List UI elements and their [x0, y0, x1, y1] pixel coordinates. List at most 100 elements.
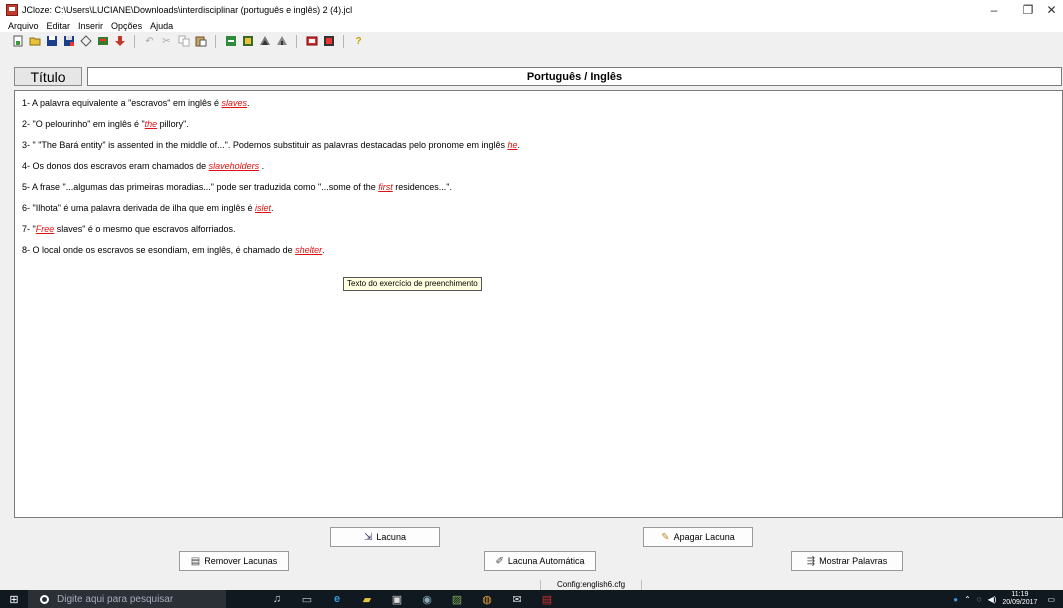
- file-explorer-icon[interactable]: ▰: [356, 590, 378, 608]
- exercise-text: pillory".: [157, 119, 189, 129]
- clock[interactable]: 11:19 20/09/2017: [1002, 591, 1037, 607]
- gap-word[interactable]: islet: [255, 203, 271, 213]
- remover-lacunas-button[interactable]: ▤ Remover Lacunas: [179, 551, 289, 571]
- undo-icon[interactable]: ↶: [142, 35, 157, 48]
- exercise-text: .: [322, 245, 325, 255]
- diamond-icon[interactable]: [78, 35, 93, 48]
- apagar-lacuna-button[interactable]: ✎ Apagar Lacuna: [643, 527, 753, 547]
- save-as-icon[interactable]: [61, 35, 76, 48]
- gap-word[interactable]: slaves: [222, 98, 248, 108]
- minimize-button[interactable]: –: [979, 0, 1009, 20]
- new-file-icon[interactable]: [10, 35, 25, 48]
- exercise-line-4: 4- Os donos dos escravos eram chamados d…: [22, 161, 264, 171]
- jcloze-taskbar-icon[interactable]: ▤: [536, 590, 558, 608]
- notifications-icon[interactable]: ▭: [1047, 595, 1055, 604]
- remove-gaps-icon: ▤: [190, 555, 201, 567]
- app-icon-b[interactable]: ▨: [446, 590, 468, 608]
- gap-word[interactable]: shelter: [295, 245, 322, 255]
- taskbar-search[interactable]: Digite aqui para pesquisar: [28, 590, 226, 608]
- clear-gap-icon[interactable]: [240, 35, 255, 48]
- apagar-lacuna-label: Apagar Lacuna: [673, 532, 735, 542]
- list-icon: ⇶: [806, 555, 816, 567]
- paste-icon[interactable]: [193, 35, 208, 48]
- toolbar: ↶ ✂ ?: [0, 33, 1063, 49]
- exercise-text: .: [259, 161, 265, 171]
- exercise-line-3: 3- " "The Bará entity" is assented in th…: [22, 140, 520, 150]
- exercise-text: 4- Os donos dos escravos eram chamados d…: [22, 161, 209, 171]
- clock-time: 11:19: [1011, 591, 1029, 598]
- maximize-button[interactable]: ❐: [1013, 0, 1043, 20]
- copy-icon[interactable]: [176, 35, 191, 48]
- help-tray-icon[interactable]: ●: [953, 595, 958, 604]
- menu-ajuda[interactable]: Ajuda: [147, 21, 173, 31]
- down-arrow-icon[interactable]: [112, 35, 127, 48]
- exercise-text: 2- "O pelourinho" em inglês é ": [22, 119, 145, 129]
- exercise-text: 8- O local onde os escravos se esondiam,…: [22, 245, 296, 255]
- windows-taskbar: ⊞ Digite aqui para pesquisar ♫ ▭ e ▰ ▣ ◉…: [0, 590, 1063, 608]
- config-icon[interactable]: [321, 35, 336, 48]
- gap-word[interactable]: the: [145, 119, 158, 129]
- lacuna-automatica-label: Lacuna Automática: [507, 556, 585, 566]
- lacuna-button[interactable]: ⇲ Lacuna: [330, 527, 440, 547]
- toolbar-separator: [296, 34, 297, 48]
- exercise-text: residences...".: [392, 182, 452, 192]
- words-icon[interactable]: [304, 35, 319, 48]
- store-icon[interactable]: ▣: [386, 590, 408, 608]
- toolbar-separator: [215, 34, 216, 48]
- menu-inserir[interactable]: Inserir: [75, 21, 103, 31]
- auto-gap-icon[interactable]: [257, 35, 272, 48]
- volume-icon[interactable]: ◀): [988, 595, 997, 604]
- task-view-icon[interactable]: ▭: [296, 590, 318, 608]
- gap-arrow-icon: ⇲: [364, 531, 373, 543]
- search-placeholder: Digite aqui para pesquisar: [57, 593, 174, 605]
- web-icon[interactable]: [95, 35, 110, 48]
- help-icon[interactable]: ?: [351, 35, 366, 48]
- edge-icon[interactable]: e: [326, 590, 348, 608]
- microphone-icon[interactable]: ♫: [266, 590, 288, 608]
- gap-word[interactable]: he: [508, 140, 518, 150]
- exercise-line-1: 1- A palavra equivalente a "escravos" em…: [22, 98, 250, 108]
- title-field[interactable]: Português / Inglês: [87, 67, 1062, 86]
- gap-icon[interactable]: [223, 35, 238, 48]
- close-button[interactable]: ✕: [1040, 0, 1063, 20]
- status-bar: Config:english6.cfg: [540, 580, 642, 590]
- system-tray: ● ⌃ ◌ ◀) 11:19 20/09/2017 ▭: [947, 590, 1055, 608]
- exercise-text-area[interactable]: 1- A palavra equivalente a "escravos" em…: [14, 90, 1063, 518]
- gap-word[interactable]: first: [378, 182, 393, 192]
- window-title: JCloze: C:\Users\LUCIANE\Downloads\inter…: [22, 5, 353, 15]
- network-icon[interactable]: ◌: [977, 595, 982, 604]
- menu-arquivo[interactable]: Arquivo: [5, 21, 39, 31]
- title-label-button[interactable]: Título: [14, 67, 82, 86]
- exercise-line-7: 7- "Free slaves" é o mesmo que escravos …: [22, 224, 236, 234]
- menu-editar[interactable]: Editar: [44, 21, 71, 31]
- clock-date: 20/09/2017: [1002, 599, 1038, 606]
- exercise-line-6: 6- "Ilhota" é uma palavra derivada de il…: [22, 203, 274, 213]
- exercise-line-5: 5- A frase "...algumas das primeiras mor…: [22, 182, 452, 192]
- magic-wand-icon: ✐: [495, 555, 504, 567]
- chevron-up-icon[interactable]: ⌃: [964, 595, 971, 604]
- remover-lacunas-label: Remover Lacunas: [204, 556, 278, 566]
- lacuna-label: Lacuna: [376, 532, 406, 542]
- exercise-text: .: [271, 203, 274, 213]
- remove-gaps-icon[interactable]: [274, 35, 289, 48]
- exercise-text: 3- " "The Bará entity" is assented in th…: [22, 140, 508, 150]
- gap-word[interactable]: Free: [36, 224, 55, 234]
- menu-bar: Arquivo Editar Inserir Opções Ajuda: [0, 20, 1063, 32]
- toolbar-separator: [134, 34, 135, 48]
- chrome-icon[interactable]: ◍: [476, 590, 498, 608]
- exercise-text: slaves" é o mesmo que escravos alforriad…: [54, 224, 236, 234]
- eraser-icon: ✎: [661, 531, 670, 543]
- save-icon[interactable]: [44, 35, 59, 48]
- mostrar-palavras-button[interactable]: ⇶ Mostrar Palavras: [791, 551, 903, 571]
- cut-icon[interactable]: ✂: [159, 35, 174, 48]
- windows-start-icon[interactable]: ⊞: [0, 590, 28, 608]
- exercise-line-2: 2- "O pelourinho" em inglês é "the pillo…: [22, 119, 189, 129]
- mail-icon[interactable]: ✉: [506, 590, 528, 608]
- mostrar-palavras-label: Mostrar Palavras: [819, 556, 888, 566]
- window-title-bar: JCloze: C:\Users\LUCIANE\Downloads\inter…: [0, 0, 1063, 20]
- gap-word[interactable]: slaveholders: [209, 161, 260, 171]
- open-folder-icon[interactable]: [27, 35, 42, 48]
- lacuna-automatica-button[interactable]: ✐ Lacuna Automática: [484, 551, 596, 571]
- app-icon-a[interactable]: ◉: [416, 590, 438, 608]
- menu-opcoes[interactable]: Opções: [108, 21, 142, 31]
